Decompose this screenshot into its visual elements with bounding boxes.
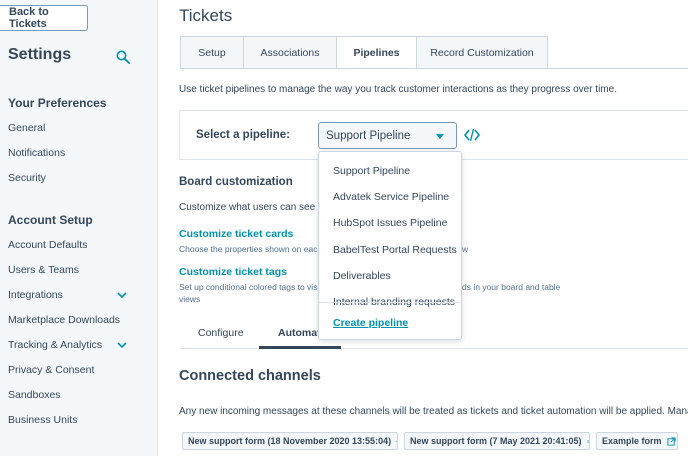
customize-ticket-cards-link[interactable]: Customize ticket cards bbox=[179, 228, 293, 240]
settings-title: Settings bbox=[8, 46, 72, 63]
connected-channels-description: Any new incoming messages at these chann… bbox=[179, 406, 688, 417]
tab-setup[interactable]: Setup bbox=[180, 36, 243, 69]
channel-chip[interactable]: New support form (7 May 2021 20:41:05) bbox=[404, 432, 590, 450]
ticket-tags-description-line2: views bbox=[179, 294, 201, 304]
section-your-preferences: Your Preferences bbox=[8, 96, 107, 110]
page-title: Tickets bbox=[179, 6, 233, 25]
chevron-down-icon[interactable] bbox=[116, 339, 128, 351]
ticket-tags-description: Set up conditional colored tags to vis bbox=[179, 282, 318, 292]
dropdown-option[interactable]: Advatek Service Pipeline bbox=[333, 191, 449, 203]
external-link-icon bbox=[396, 440, 397, 442]
create-pipeline-link[interactable]: Create pipeline bbox=[333, 317, 408, 329]
dropdown-option[interactable]: BabelTest Portal Requests bbox=[333, 244, 457, 256]
chevron-down-icon[interactable] bbox=[116, 289, 128, 301]
dropdown-option[interactable]: Deliverables bbox=[333, 270, 391, 282]
tabs-divider bbox=[180, 68, 688, 69]
board-customization-description: Customize what users can see w bbox=[179, 202, 326, 213]
channel-chip[interactable]: New support form (18 November 2020 13:55… bbox=[182, 432, 398, 450]
settings-sidebar: Back to Tickets Settings Your Preference… bbox=[0, 0, 158, 456]
tab-record-customization[interactable]: Record Customization bbox=[416, 36, 548, 69]
section-account-setup: Account Setup bbox=[8, 213, 93, 227]
sidebar-item-general[interactable]: General bbox=[8, 122, 45, 134]
pipeline-dropdown-menu: Support Pipeline Advatek Service Pipelin… bbox=[318, 151, 462, 340]
tab-pipelines[interactable]: Pipelines bbox=[336, 36, 416, 69]
channel-chip-label: New support form (7 May 2021 20:41:05) bbox=[410, 436, 582, 446]
sidebar-item-users-teams[interactable]: Users & Teams bbox=[8, 264, 79, 276]
channel-chip-label: New support form (18 November 2020 13:55… bbox=[188, 436, 392, 446]
ticket-cards-description-tail: w bbox=[462, 244, 469, 254]
settings-tabs: Setup Associations Pipelines Record Cust… bbox=[180, 36, 548, 69]
sidebar-item-marketplace-downloads[interactable]: Marketplace Downloads bbox=[8, 314, 120, 326]
sidebar-item-security[interactable]: Security bbox=[8, 172, 46, 184]
search-icon[interactable] bbox=[116, 50, 130, 64]
sidebar-item-tracking-analytics[interactable]: Tracking & Analytics bbox=[8, 339, 102, 351]
pipelines-intro-text: Use ticket pipelines to manage the way y… bbox=[179, 84, 617, 95]
sidebar-item-sandboxes[interactable]: Sandboxes bbox=[8, 389, 61, 401]
dropdown-divider bbox=[319, 302, 461, 303]
caret-down-icon bbox=[436, 134, 444, 139]
pipeline-select[interactable]: Support Pipeline bbox=[318, 122, 457, 149]
ticket-cards-description: Choose the properties shown on each bbox=[179, 244, 323, 254]
subtabs-divider bbox=[180, 348, 688, 349]
pipeline-select-label: Select a pipeline: bbox=[196, 129, 290, 141]
external-link-icon bbox=[666, 436, 676, 446]
sidebar-item-integrations[interactable]: Integrations bbox=[8, 289, 63, 301]
tab-associations[interactable]: Associations bbox=[243, 36, 336, 69]
connected-channels-heading: Connected channels bbox=[179, 368, 321, 384]
ticket-tags-description-tail: ds in your board and table bbox=[462, 282, 561, 292]
sidebar-item-account-defaults[interactable]: Account Defaults bbox=[8, 239, 87, 251]
sidebar-item-notifications[interactable]: Notifications bbox=[8, 147, 65, 159]
subtab-configure[interactable]: Configure bbox=[198, 327, 244, 339]
code-icon[interactable] bbox=[464, 128, 480, 142]
external-link-icon bbox=[586, 439, 589, 443]
dropdown-option[interactable]: Support Pipeline bbox=[333, 165, 410, 177]
sidebar-item-business-units[interactable]: Business Units bbox=[8, 414, 77, 426]
customize-ticket-tags-link[interactable]: Customize ticket tags bbox=[179, 266, 287, 278]
board-customization-heading: Board customization bbox=[179, 176, 293, 188]
channel-chip[interactable]: Example form bbox=[596, 432, 678, 450]
subtab-automate[interactable]: Automat bbox=[278, 327, 321, 339]
sidebar-item-privacy-consent[interactable]: Privacy & Consent bbox=[8, 364, 94, 376]
pipeline-select-value: Support Pipeline bbox=[326, 129, 411, 142]
back-to-tickets-button[interactable]: Back to Tickets bbox=[0, 5, 88, 31]
subtab-active-indicator bbox=[259, 346, 341, 349]
dropdown-option[interactable]: HubSpot Issues Pipeline bbox=[333, 217, 447, 229]
channel-chip-label: Example form bbox=[602, 436, 662, 446]
